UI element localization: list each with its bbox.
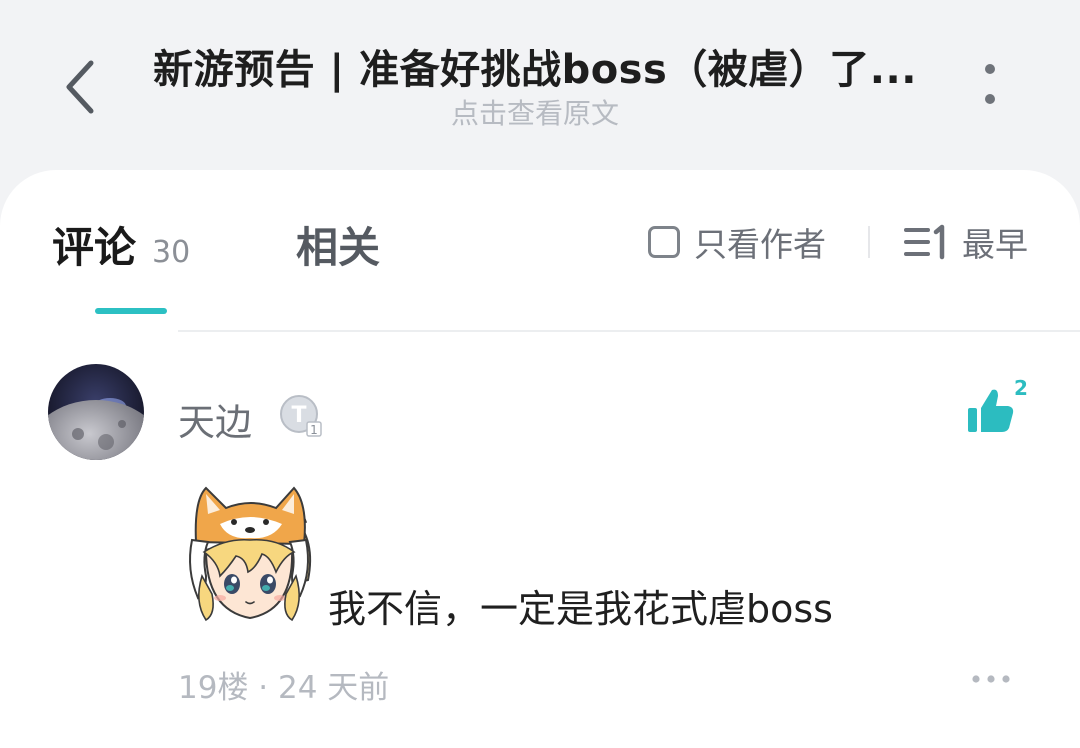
tab-comments-label: 评论 (52, 223, 137, 272)
view-original-link[interactable]: 点击查看原文 (140, 96, 930, 132)
comment-text: 我不信，一定是我花式虐boss (328, 587, 833, 631)
tabs-divider (178, 330, 1080, 332)
active-tab-indicator (95, 308, 167, 314)
tab-comments[interactable]: 评论 30 (52, 214, 190, 274)
chevron-left-icon (66, 60, 94, 114)
back-button[interactable] (50, 52, 110, 122)
avatar[interactable] (48, 364, 144, 460)
svg-text:1: 1 (310, 423, 318, 437)
svg-text:T: T (291, 403, 306, 428)
title-block[interactable]: 新游预告 | 准备好挑战boss（被虐）了... 点击查看原文 (140, 44, 930, 132)
more-horizontal-icon (972, 675, 1010, 683)
author-only-checkbox[interactable] (648, 226, 680, 258)
thumbs-up-icon (968, 389, 1014, 432)
comments-count: 30 (152, 235, 191, 270)
top-bar: 新游预告 | 准备好挑战boss（被虐）了... 点击查看原文 (0, 0, 1080, 175)
page-title: 新游预告 | 准备好挑战boss（被虐）了... (153, 47, 917, 93)
like-count: 2 (1014, 376, 1028, 400)
sort-list-icon (904, 224, 945, 260)
tabs-bar: 评论 30 相关 只看作者 最早 (0, 170, 1080, 332)
sort-button[interactable]: 最早 (902, 220, 1028, 264)
sort-label: 最早 (962, 225, 1028, 264)
screen: 新游预告 | 准备好挑战boss（被虐）了... 点击查看原文 评论 30 相关… (0, 0, 1080, 748)
moon-avatar-image (48, 364, 144, 460)
comment-more-button[interactable] (966, 664, 1016, 694)
comments-card: 评论 30 相关 只看作者 最早 天边 T 1 2 我不信，一定是我花式虐bos… (0, 170, 1080, 748)
comment-meta: 19楼 · 24 天前 (178, 670, 390, 706)
level-badge-icon: T 1 (280, 395, 322, 437)
tab-related[interactable]: 相关 (296, 214, 380, 275)
author-only-label: 只看作者 (694, 225, 826, 264)
shiba-girl-sticker (176, 480, 326, 630)
username[interactable]: 天边 (178, 392, 252, 446)
more-vertical-icon (985, 64, 995, 104)
more-options-button[interactable] (960, 60, 1020, 110)
filter-divider (868, 226, 870, 258)
author-only-toggle[interactable]: 只看作者 (648, 220, 826, 264)
